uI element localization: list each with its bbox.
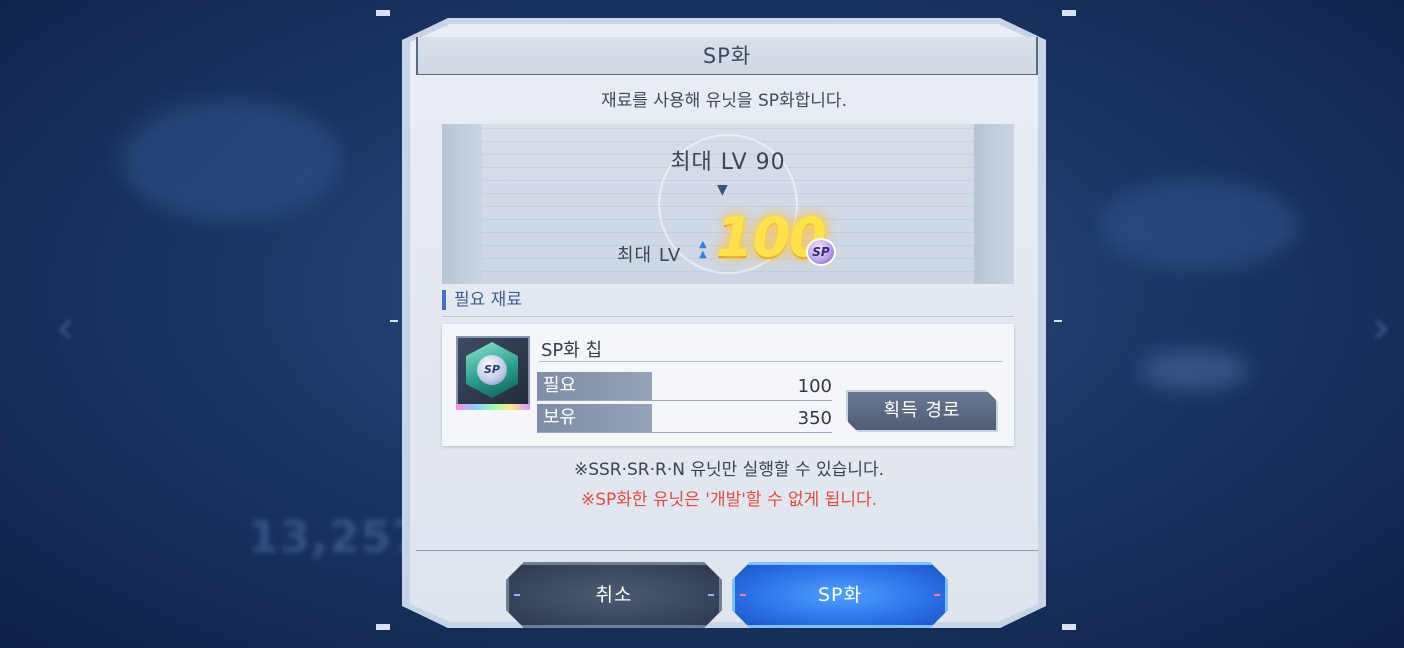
dialog-panel <box>410 24 1038 622</box>
warning-note: ※SP화한 유닛은 '개발'할 수 없게 됩니다. <box>580 490 878 510</box>
background-blur <box>1140 350 1250 390</box>
dialog-title: SP화 <box>702 44 752 68</box>
button-accent-mark <box>708 594 714 596</box>
owned-value: 350 <box>797 408 832 429</box>
frame-corner-mark <box>376 624 390 630</box>
required-label: 필요 <box>537 372 652 400</box>
frame-corner-mark <box>1062 10 1076 16</box>
background-blur <box>120 100 340 220</box>
background-blur <box>1100 180 1300 270</box>
background-left-chevron-icon: ‹ <box>56 300 75 354</box>
sp-convert-button[interactable]: SP화 <box>732 562 948 628</box>
frame-corner-mark <box>1062 624 1076 630</box>
cancel-button[interactable]: 취소 <box>506 562 722 628</box>
eligibility-note: ※SSR·SR·R·N 유닛만 실행할 수 있습니다. <box>573 460 885 480</box>
footer-divider <box>416 550 1038 551</box>
required-value: 100 <box>797 376 832 397</box>
dialog-subtitle: 재료를 사용해 유닛을 SP화합니다. <box>601 91 847 111</box>
background-blurred-number: 13,257 <box>248 512 424 563</box>
sp-badge-icon: SP <box>806 238 836 266</box>
level-up-arrow-icon: ▲ ▲ <box>699 239 707 260</box>
owned-row-line <box>537 432 832 433</box>
acquisition-route-button[interactable]: 획득 경로 <box>846 390 998 432</box>
section-divider <box>442 316 1014 317</box>
chevron-down-icon: ▼ <box>717 182 728 198</box>
background-right-chevron-icon: › <box>1372 300 1391 354</box>
sp-chip-emblem: SP <box>477 355 507 385</box>
button-accent-mark <box>514 594 520 596</box>
button-accent-mark <box>934 594 940 596</box>
material-name: SP화 칩 <box>541 340 603 361</box>
frame-side-tick <box>390 320 398 322</box>
button-accent-mark <box>740 594 746 596</box>
item-rarity-bar <box>456 404 530 410</box>
required-materials-heading: 필요 재료 <box>442 290 522 310</box>
frame-corner-mark <box>376 10 390 16</box>
new-max-level-label: 최대 LV <box>617 245 682 266</box>
material-name-divider <box>539 361 1002 362</box>
required-row-line <box>537 400 832 401</box>
current-max-level: 최대 LV 90 <box>670 150 786 175</box>
owned-label: 보유 <box>537 404 652 432</box>
frame-side-tick <box>1054 320 1062 322</box>
